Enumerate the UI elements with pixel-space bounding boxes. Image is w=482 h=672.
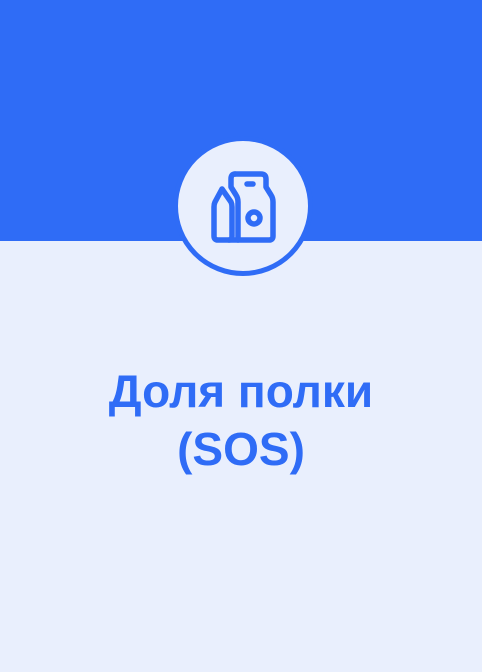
card-title-line-1: Доля полки xyxy=(108,365,374,417)
card-title-line-2: (SOS) xyxy=(177,423,305,475)
card-title: Доля полки (SOS) xyxy=(0,362,482,478)
product-package-icon xyxy=(211,171,276,243)
sos-card: Доля полки (SOS) xyxy=(0,0,482,672)
icon-badge xyxy=(173,136,313,276)
